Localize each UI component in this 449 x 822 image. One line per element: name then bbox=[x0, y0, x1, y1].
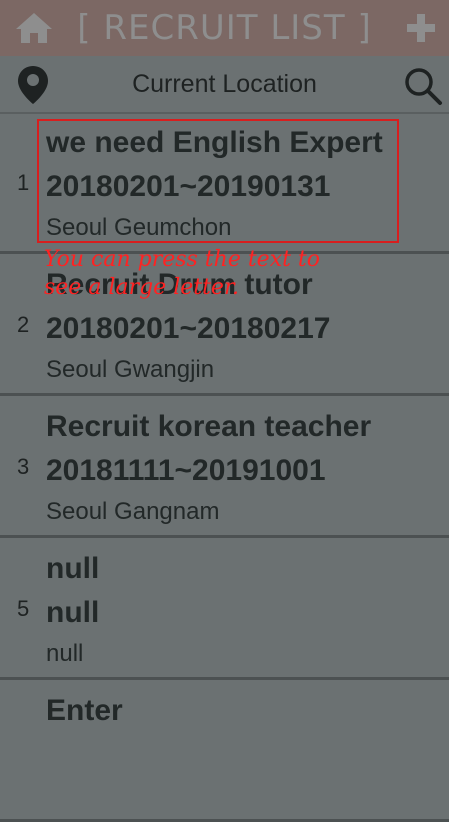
list-item[interactable]: Enter bbox=[0, 680, 449, 822]
location-bar[interactable]: Current Location bbox=[0, 56, 449, 114]
item-number: 3 bbox=[17, 454, 30, 479]
item-number: 1 bbox=[17, 170, 30, 195]
item-date-range[interactable]: 20180201~20180217 bbox=[46, 312, 330, 346]
item-title[interactable]: Recruit korean teacher bbox=[46, 410, 371, 444]
app-header: [ RECRUIT LIST ] bbox=[0, 0, 449, 56]
item-title[interactable]: null bbox=[46, 552, 99, 586]
highlight-frame bbox=[37, 119, 399, 243]
item-date-range[interactable]: 20181111~20191001 bbox=[46, 454, 326, 488]
item-location[interactable]: null bbox=[46, 640, 83, 668]
item-date-range[interactable]: null bbox=[46, 596, 99, 630]
item-title[interactable]: Enter bbox=[46, 694, 123, 728]
item-number: 5 bbox=[17, 596, 30, 621]
add-icon[interactable] bbox=[405, 12, 437, 44]
list-item[interactable]: 5 null null null bbox=[0, 538, 449, 680]
tutorial-hint: You can press the text to see a large le… bbox=[44, 246, 424, 302]
hint-line-2: see a large letter. bbox=[44, 275, 240, 300]
page-title: [ RECRUIT LIST ] bbox=[77, 8, 372, 48]
item-location[interactable]: Seoul Gangnam bbox=[46, 498, 219, 526]
item-location[interactable]: Seoul Gwangjin bbox=[46, 356, 214, 384]
search-icon[interactable] bbox=[403, 66, 443, 106]
item-number: 2 bbox=[17, 312, 30, 337]
hint-line-1: You can press the text to bbox=[44, 247, 321, 272]
home-icon[interactable] bbox=[14, 11, 54, 45]
list-item[interactable]: 3 Recruit korean teacher 20181111~201910… bbox=[0, 396, 449, 538]
current-location-label[interactable]: Current Location bbox=[132, 70, 317, 99]
location-pin-icon[interactable] bbox=[16, 64, 50, 106]
